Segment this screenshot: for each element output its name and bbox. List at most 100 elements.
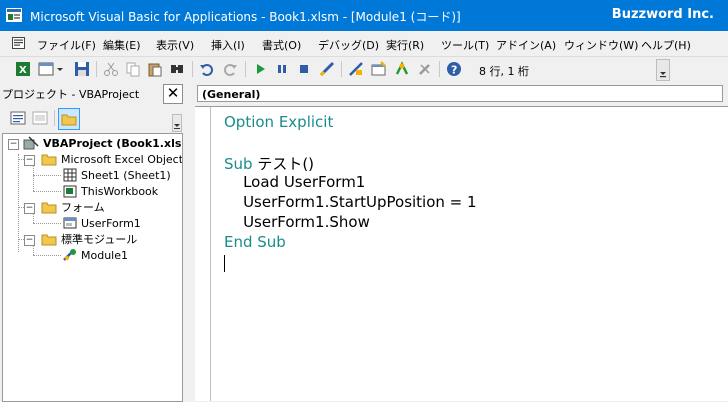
cut-icon[interactable]: [102, 60, 120, 78]
toolbar-separator: [96, 61, 97, 77]
menu-insert[interactable]: 挿入(I): [211, 37, 245, 53]
menu-view[interactable]: 表示(V): [156, 37, 194, 53]
toolbar-options-icon[interactable]: [656, 59, 670, 81]
code-line-6: UserForm1.Show: [224, 213, 370, 231]
vba-app-icon: [6, 8, 22, 22]
help-icon[interactable]: ?: [445, 60, 463, 78]
code-line-7: End Sub: [224, 233, 286, 251]
menu-window[interactable]: ウィンドウ(W): [564, 37, 638, 53]
sub-signature: テスト(): [252, 155, 315, 173]
project-explorer-icon[interactable]: [347, 60, 365, 78]
title-bar: Microsoft Visual Basic for Applications …: [0, 0, 728, 31]
view-code-icon[interactable]: [8, 108, 28, 128]
pane-splitter[interactable]: [183, 82, 195, 400]
userform-icon: [63, 217, 77, 229]
break-icon[interactable]: [273, 60, 291, 78]
run-icon[interactable]: [251, 60, 269, 78]
tree-connector: [33, 223, 61, 224]
insert-icon[interactable]: [37, 60, 55, 78]
redo-icon[interactable]: [221, 60, 239, 78]
toolbar-separator: [245, 61, 246, 77]
toggle-folders-icon[interactable]: [58, 108, 80, 130]
find-icon[interactable]: [168, 60, 186, 78]
margin-indicator-bar[interactable]: [195, 107, 211, 401]
tree-label: 標準モジュール: [61, 233, 138, 246]
tree-node-module1[interactable]: Module1: [63, 247, 128, 263]
menu-debug[interactable]: デバッグ(D): [318, 37, 379, 53]
tree-connector: [33, 166, 34, 191]
tree-label: ThisWorkbook: [81, 184, 159, 198]
keyword-sub: Sub: [224, 155, 253, 173]
menu-file[interactable]: ファイル(F): [37, 37, 96, 53]
close-icon[interactable]: ✕: [163, 84, 183, 104]
project-tree[interactable]: − VBAProject (Book1.xlsm) − Microsoft Ex…: [2, 133, 183, 402]
tree-connector: [33, 214, 34, 223]
properties-icon[interactable]: [370, 60, 388, 78]
paste-icon[interactable]: [146, 60, 164, 78]
menu-bar: ファイル(F) 編集(E) 表示(V) 挿入(I) 書式(O) デバッグ(D) …: [0, 31, 728, 57]
project-toolbar-options-icon[interactable]: [172, 114, 182, 132]
svg-text:?: ?: [451, 64, 457, 77]
tree-label: UserForm1: [81, 216, 141, 230]
tree-node-vbaproject[interactable]: VBAProject (Book1.xlsm): [23, 135, 183, 151]
tree-connector: [18, 154, 19, 252]
window-title: Microsoft Visual Basic for Applications …: [30, 10, 461, 24]
collapse-toggle[interactable]: −: [24, 235, 35, 246]
cursor-position-indicator: 8 行, 1 桁: [479, 65, 529, 78]
project-pane-titlebar: プロジェクト - VBAProject ✕: [0, 82, 183, 104]
menu-format[interactable]: 書式(O): [262, 37, 301, 53]
tree-label: Microsoft Excel Objects: [61, 152, 183, 166]
toolbar-separator: [341, 61, 342, 77]
design-mode-icon[interactable]: [318, 60, 336, 78]
svg-text:X: X: [19, 65, 27, 76]
code-line-3: Sub テスト(): [224, 153, 314, 174]
toolbar-separator: [54, 110, 55, 126]
vbaproject-icon: [23, 136, 39, 150]
menu-help[interactable]: ヘルプ(H): [641, 37, 691, 53]
collapse-toggle[interactable]: −: [24, 203, 35, 214]
tree-connector: [33, 191, 61, 192]
menu-addins[interactable]: アドイン(A): [496, 37, 556, 53]
tree-label: Module1: [81, 248, 128, 262]
save-icon[interactable]: [73, 60, 91, 78]
insert-dropdown-icon[interactable]: [56, 60, 64, 78]
toolbar-separator: [192, 61, 193, 77]
tree-node-userform1[interactable]: UserForm1: [63, 215, 141, 231]
tree-node-excel-objects[interactable]: Microsoft Excel Objects: [41, 151, 183, 167]
object-combo[interactable]: (General): [197, 85, 723, 102]
tree-connector: [33, 175, 61, 176]
tree-label: VBAProject (Book1.xlsm): [43, 136, 183, 150]
toolbox-icon[interactable]: [416, 60, 434, 78]
tree-connector: [33, 255, 61, 256]
tree-label: Sheet1 (Sheet1): [81, 168, 171, 182]
project-pane-title: プロジェクト - VBAProject: [2, 88, 140, 101]
tree-node-sheet1[interactable]: Sheet1 (Sheet1): [63, 167, 171, 183]
code-pane-header: (General): [195, 84, 728, 104]
menu-tools[interactable]: ツール(T): [441, 37, 489, 53]
reset-icon[interactable]: [295, 60, 313, 78]
code-line-4: Load UserForm1: [224, 173, 366, 191]
worksheet-icon: [63, 168, 77, 182]
tree-node-thisworkbook[interactable]: ThisWorkbook: [63, 183, 158, 199]
workbook-icon: [63, 185, 77, 198]
standard-toolbar: X ? 8 行, 1 桁: [0, 57, 670, 81]
folder-open-icon: [41, 154, 57, 165]
object-browser-icon[interactable]: [393, 60, 411, 78]
view-object-icon[interactable]: [30, 108, 50, 128]
toolbar-separator: [439, 61, 440, 77]
collapse-toggle[interactable]: −: [24, 155, 35, 166]
tree-node-modules[interactable]: 標準モジュール: [41, 231, 137, 247]
project-pane-toolbar: [0, 104, 183, 132]
excel-view-icon[interactable]: X: [14, 60, 32, 78]
collapse-toggle[interactable]: −: [8, 139, 19, 150]
folder-open-icon: [41, 234, 57, 245]
menu-edit[interactable]: 編集(E): [103, 37, 141, 53]
tree-node-forms[interactable]: フォーム: [41, 199, 105, 215]
code-line-5: UserForm1.StartUpPosition = 1: [224, 193, 477, 211]
module-icon: [63, 249, 76, 261]
menu-run[interactable]: 実行(R): [386, 37, 424, 53]
system-menu-icon[interactable]: [12, 37, 25, 49]
code-editor[interactable]: Option Explicit Sub テスト() Load UserForm1…: [195, 106, 728, 401]
copy-icon[interactable]: [124, 60, 142, 78]
undo-icon[interactable]: [198, 60, 216, 78]
